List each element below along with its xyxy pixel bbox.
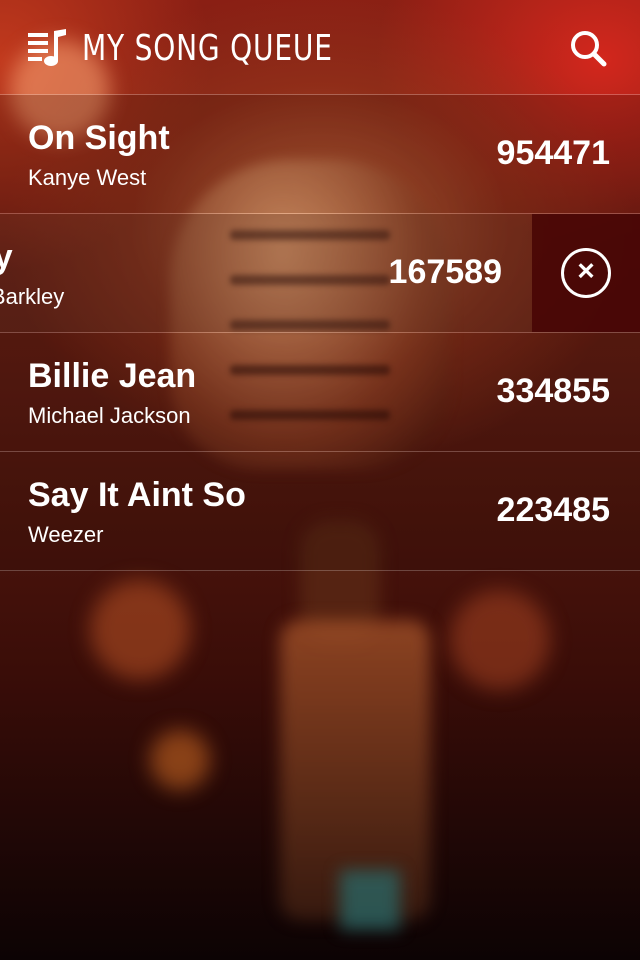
- close-circle-icon[interactable]: ×: [561, 248, 611, 298]
- bokeh-light: [150, 730, 210, 790]
- delete-action[interactable]: ×: [532, 214, 640, 332]
- song-artist: Kanye West: [28, 165, 147, 190]
- song-title: On Sight: [28, 119, 170, 157]
- song-artist: Gnarls Barkley: [0, 284, 65, 309]
- queue-row[interactable]: On Sight Kanye West 954471: [0, 95, 640, 214]
- app-title: MY SONG QUEUE: [82, 28, 333, 69]
- row-content: Billie Jean Michael Jackson 334855: [0, 333, 640, 451]
- bokeh-light: [90, 580, 190, 680]
- row-content: Crazy Gnarls Barkley 167589: [0, 214, 532, 332]
- microphone-base: [340, 870, 400, 930]
- search-icon[interactable]: [568, 28, 608, 68]
- queue-row-swiped[interactable]: Crazy Gnarls Barkley 167589 ×: [0, 214, 640, 333]
- song-count: 334855: [496, 372, 610, 410]
- queue-row[interactable]: Say It Aint So Weezer 223485: [0, 452, 640, 571]
- song-count: 167589: [388, 253, 502, 291]
- song-queue-list: On Sight Kanye West 954471 Crazy Gnarls …: [0, 95, 640, 571]
- song-artist: Michael Jackson: [28, 403, 191, 428]
- row-content: On Sight Kanye West 954471: [0, 95, 640, 213]
- song-count: 223485: [496, 491, 610, 529]
- bokeh-light: [450, 590, 550, 690]
- queue-row[interactable]: Billie Jean Michael Jackson 334855: [0, 333, 640, 452]
- app-header: MY SONG QUEUE: [0, 0, 640, 95]
- song-count: 954471: [496, 134, 610, 172]
- song-title: Crazy: [0, 238, 13, 277]
- song-artist: Weezer: [28, 522, 104, 547]
- song-title: Billie Jean: [28, 357, 197, 395]
- song-title: Say It Aint So: [28, 476, 246, 514]
- playlist-music-icon[interactable]: [28, 29, 70, 69]
- row-content: Say It Aint So Weezer 223485: [0, 452, 640, 570]
